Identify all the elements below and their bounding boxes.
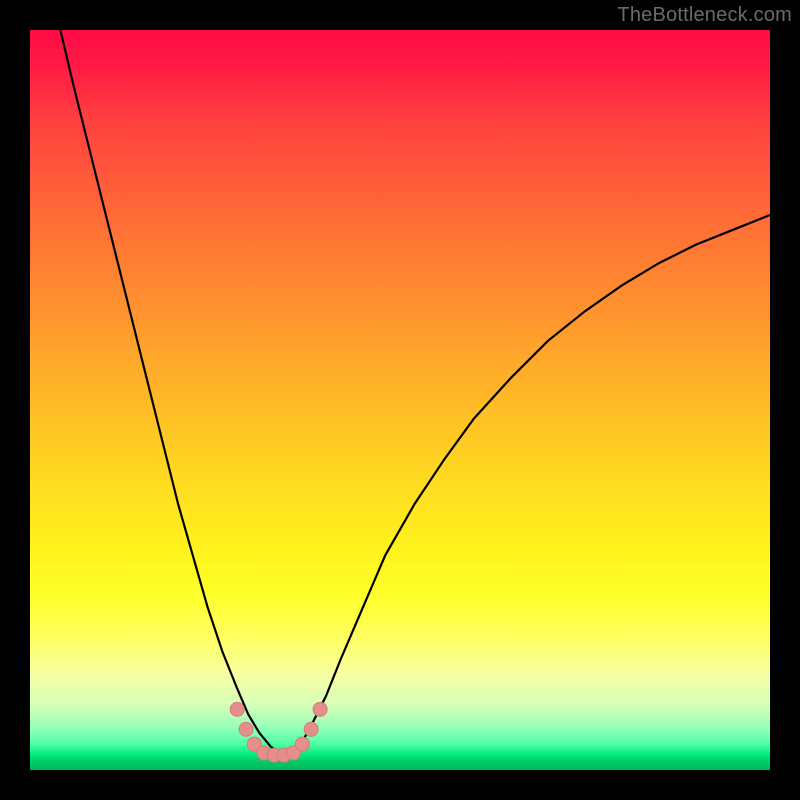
chart-frame: TheBottleneck.com: [0, 0, 800, 800]
curve-markers: [230, 702, 327, 762]
bottleneck-curve: [30, 30, 770, 770]
curve-marker: [313, 702, 327, 716]
plot-area: [30, 30, 770, 770]
curve-left: [60, 30, 289, 755]
curve-right: [290, 215, 770, 755]
curve-marker: [239, 722, 253, 736]
curve-marker: [304, 722, 318, 736]
curve-marker: [230, 702, 244, 716]
watermark-text: TheBottleneck.com: [617, 4, 792, 27]
curve-marker: [295, 737, 309, 751]
